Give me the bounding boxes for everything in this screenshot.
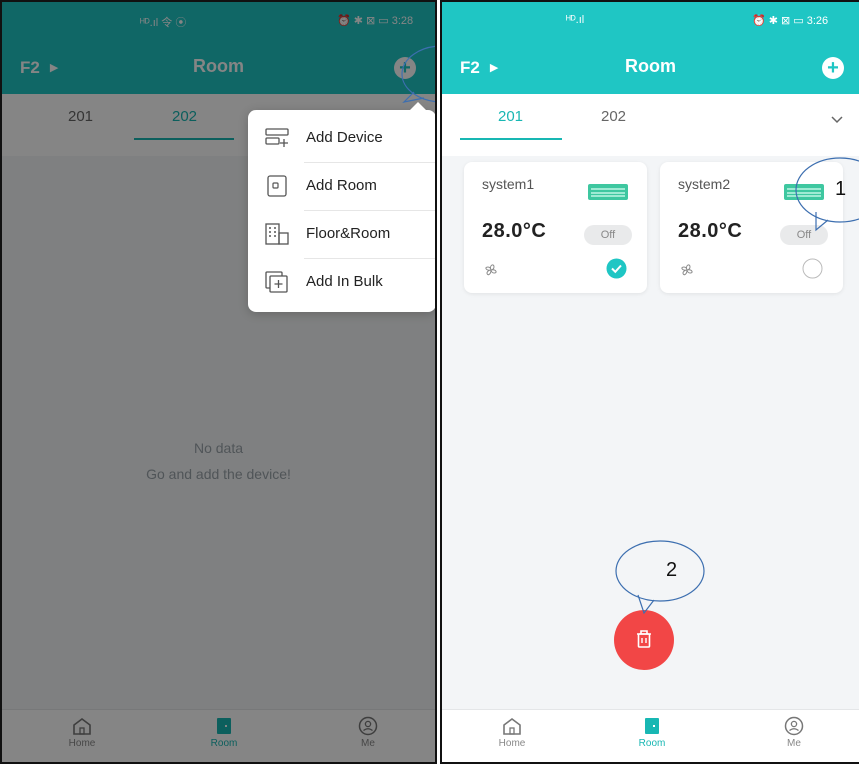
device-temperature: 28.0°C bbox=[678, 220, 743, 242]
device-card-system1[interactable]: system1 28.0°C Off bbox=[464, 162, 647, 293]
check-unselected-icon[interactable] bbox=[802, 258, 823, 279]
bottom-nav: Home Room Me bbox=[442, 709, 859, 762]
tab-202[interactable]: 202 bbox=[601, 108, 626, 125]
me-icon bbox=[784, 716, 804, 736]
nav-home[interactable]: Home bbox=[482, 716, 542, 749]
right-phone-screen: ᴴᴰ.ıl ⏰ ✱ ⊠ ▭ 3:26 F2 ▶ Room + 201 202 sy… bbox=[440, 0, 859, 764]
menu-item-add-room[interactable]: Add Room bbox=[248, 162, 435, 210]
trash-icon bbox=[637, 630, 651, 648]
room-tabs: 201 202 bbox=[442, 94, 859, 156]
check-selected-icon[interactable] bbox=[606, 258, 627, 279]
add-menu-popup: Add Device Add Room Floor&Room Add In Bu… bbox=[248, 102, 435, 312]
home-icon bbox=[503, 718, 521, 735]
status-bar: ᴴᴰ.ıl ⏰ ✱ ⊠ ▭ 3:26 bbox=[442, 2, 859, 42]
status-signal: ᴴᴰ.ıl bbox=[566, 14, 585, 26]
active-tab-indicator bbox=[460, 138, 562, 140]
fan-icon bbox=[681, 264, 693, 276]
tab-201[interactable]: 201 bbox=[498, 108, 523, 125]
air-conditioner-icon bbox=[588, 184, 628, 200]
nav-room[interactable]: Room bbox=[622, 716, 682, 749]
callout-bubble-1 bbox=[795, 157, 859, 232]
nav-home-label: Home bbox=[498, 738, 526, 749]
menu-label: Floor&Room bbox=[306, 225, 391, 242]
add-in-bulk-icon bbox=[265, 271, 288, 293]
callout-number-2: 2 bbox=[666, 559, 678, 581]
menu-item-add-device[interactable]: Add Device bbox=[248, 114, 435, 162]
status-time: ⏰ ✱ ⊠ ▭ 3:26 bbox=[752, 15, 829, 27]
menu-label: Add In Bulk bbox=[306, 273, 383, 290]
floor-room-icon bbox=[265, 223, 289, 245]
menu-item-add-in-bulk[interactable]: Add In Bulk bbox=[248, 258, 435, 306]
device-name: system2 bbox=[678, 176, 731, 192]
device-name: system1 bbox=[482, 176, 535, 192]
nav-room-label: Room bbox=[638, 738, 666, 749]
add-plus-button[interactable]: + bbox=[822, 57, 844, 79]
callout-number-1: 1 bbox=[835, 178, 847, 200]
add-device-icon bbox=[265, 128, 289, 147]
delete-button[interactable] bbox=[614, 610, 674, 670]
left-phone-screen: ᴴᴰ.ıl 令 ⦿ ⏰ ✱ ⊠ ▭ 3:28 F2 ▶ Room + 201 20… bbox=[0, 0, 437, 764]
add-room-icon bbox=[267, 175, 287, 197]
callout-bubble-3 bbox=[401, 45, 435, 103]
room-icon bbox=[645, 718, 659, 734]
callout-bubble-2 bbox=[615, 540, 705, 615]
fan-icon bbox=[485, 264, 497, 276]
nav-me[interactable]: Me bbox=[764, 716, 824, 749]
device-temperature: 28.0°C bbox=[482, 220, 547, 242]
menu-item-floor-room[interactable]: Floor&Room bbox=[248, 210, 435, 258]
menu-label: Add Room bbox=[306, 177, 377, 194]
header-bar: F2 ▶ Room + bbox=[442, 42, 859, 94]
page-title: Room bbox=[625, 56, 676, 76]
nav-me-label: Me bbox=[787, 738, 801, 749]
menu-label: Add Device bbox=[306, 129, 383, 146]
chevron-down-icon[interactable] bbox=[830, 114, 844, 124]
power-state-pill[interactable]: Off bbox=[584, 225, 632, 245]
